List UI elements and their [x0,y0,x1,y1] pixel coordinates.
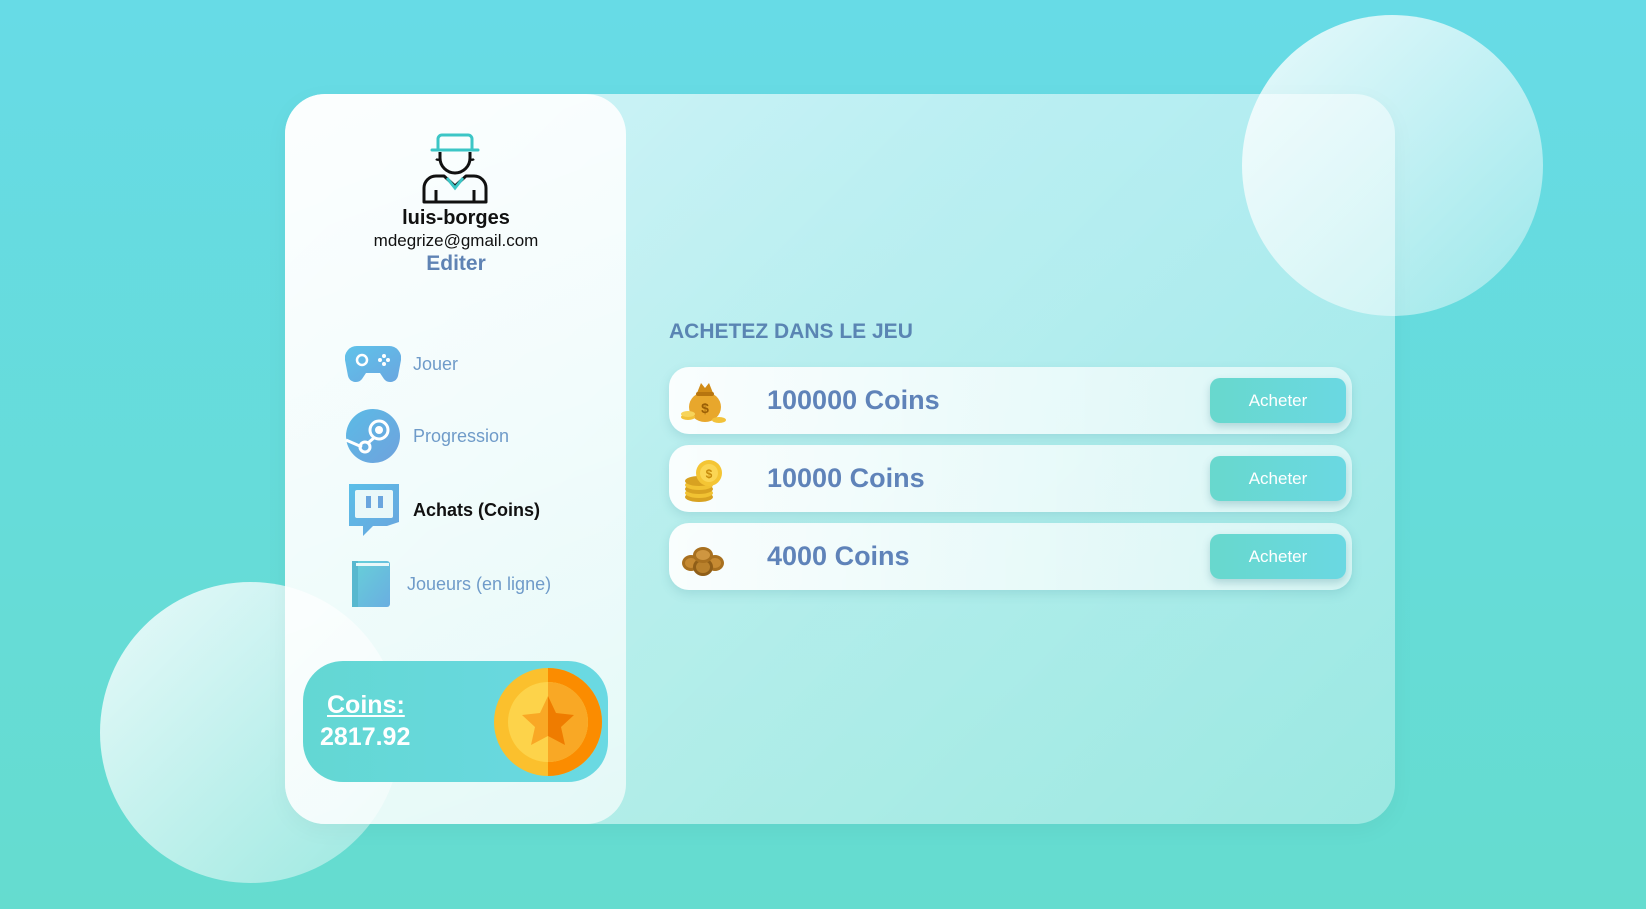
buy-button[interactable]: Acheter [1210,378,1346,423]
nav-label-achats: Achats (Coins) [413,499,541,520]
shop-item-name: 10000 Coins [767,463,925,493]
shop-title: ACHETEZ DANS LE JEU [669,320,913,343]
twitch-icon [345,482,401,538]
nav-item-jouer[interactable]: Jouer [345,336,458,392]
nav-item-joueurs[interactable]: Joueurs (en ligne) [345,556,551,612]
shop-item-name: 100000 Coins [767,385,940,415]
farmer-avatar-icon [422,133,488,204]
coin-stack-icon: $ [685,460,722,502]
shop-item-row: 4000 Coins Acheter [669,523,1352,590]
coins-balance-card: Coins: 2817.92 [303,661,608,782]
gamepad-icon [345,336,401,392]
coins-value: 2817.92 [320,723,411,751]
buy-button[interactable]: Acheter [1210,456,1346,501]
book-icon [345,556,395,612]
user-email: mdegrize@gmail.com [373,231,539,250]
edit-profile-link[interactable]: Editer [326,252,586,276]
username: luis-borges [402,207,510,229]
svg-text:$: $ [706,467,713,481]
shop-item-row: $ 100000 Coins Acheter [669,367,1352,434]
coins-label: Coins: [327,691,405,719]
shop-item-row: $ 10000 Coins Acheter [669,445,1352,512]
money-bag-icon: $ [681,383,726,423]
star-coin-icon [494,668,602,776]
nav-item-progression[interactable]: Progression [345,408,509,464]
buy-button[interactable]: Acheter [1210,534,1346,579]
steam-icon [345,408,401,464]
nav-item-achats[interactable]: Achats (Coins) [345,482,540,538]
svg-text:$: $ [701,400,709,416]
nav-label-progression: Progression [413,425,510,446]
shop-item-name: 4000 Coins [767,541,910,571]
nav-label-joueurs: Joueurs (en ligne) [407,573,552,594]
nav-label-jouer: Jouer [413,353,459,374]
coin-pile-icon [682,547,724,576]
